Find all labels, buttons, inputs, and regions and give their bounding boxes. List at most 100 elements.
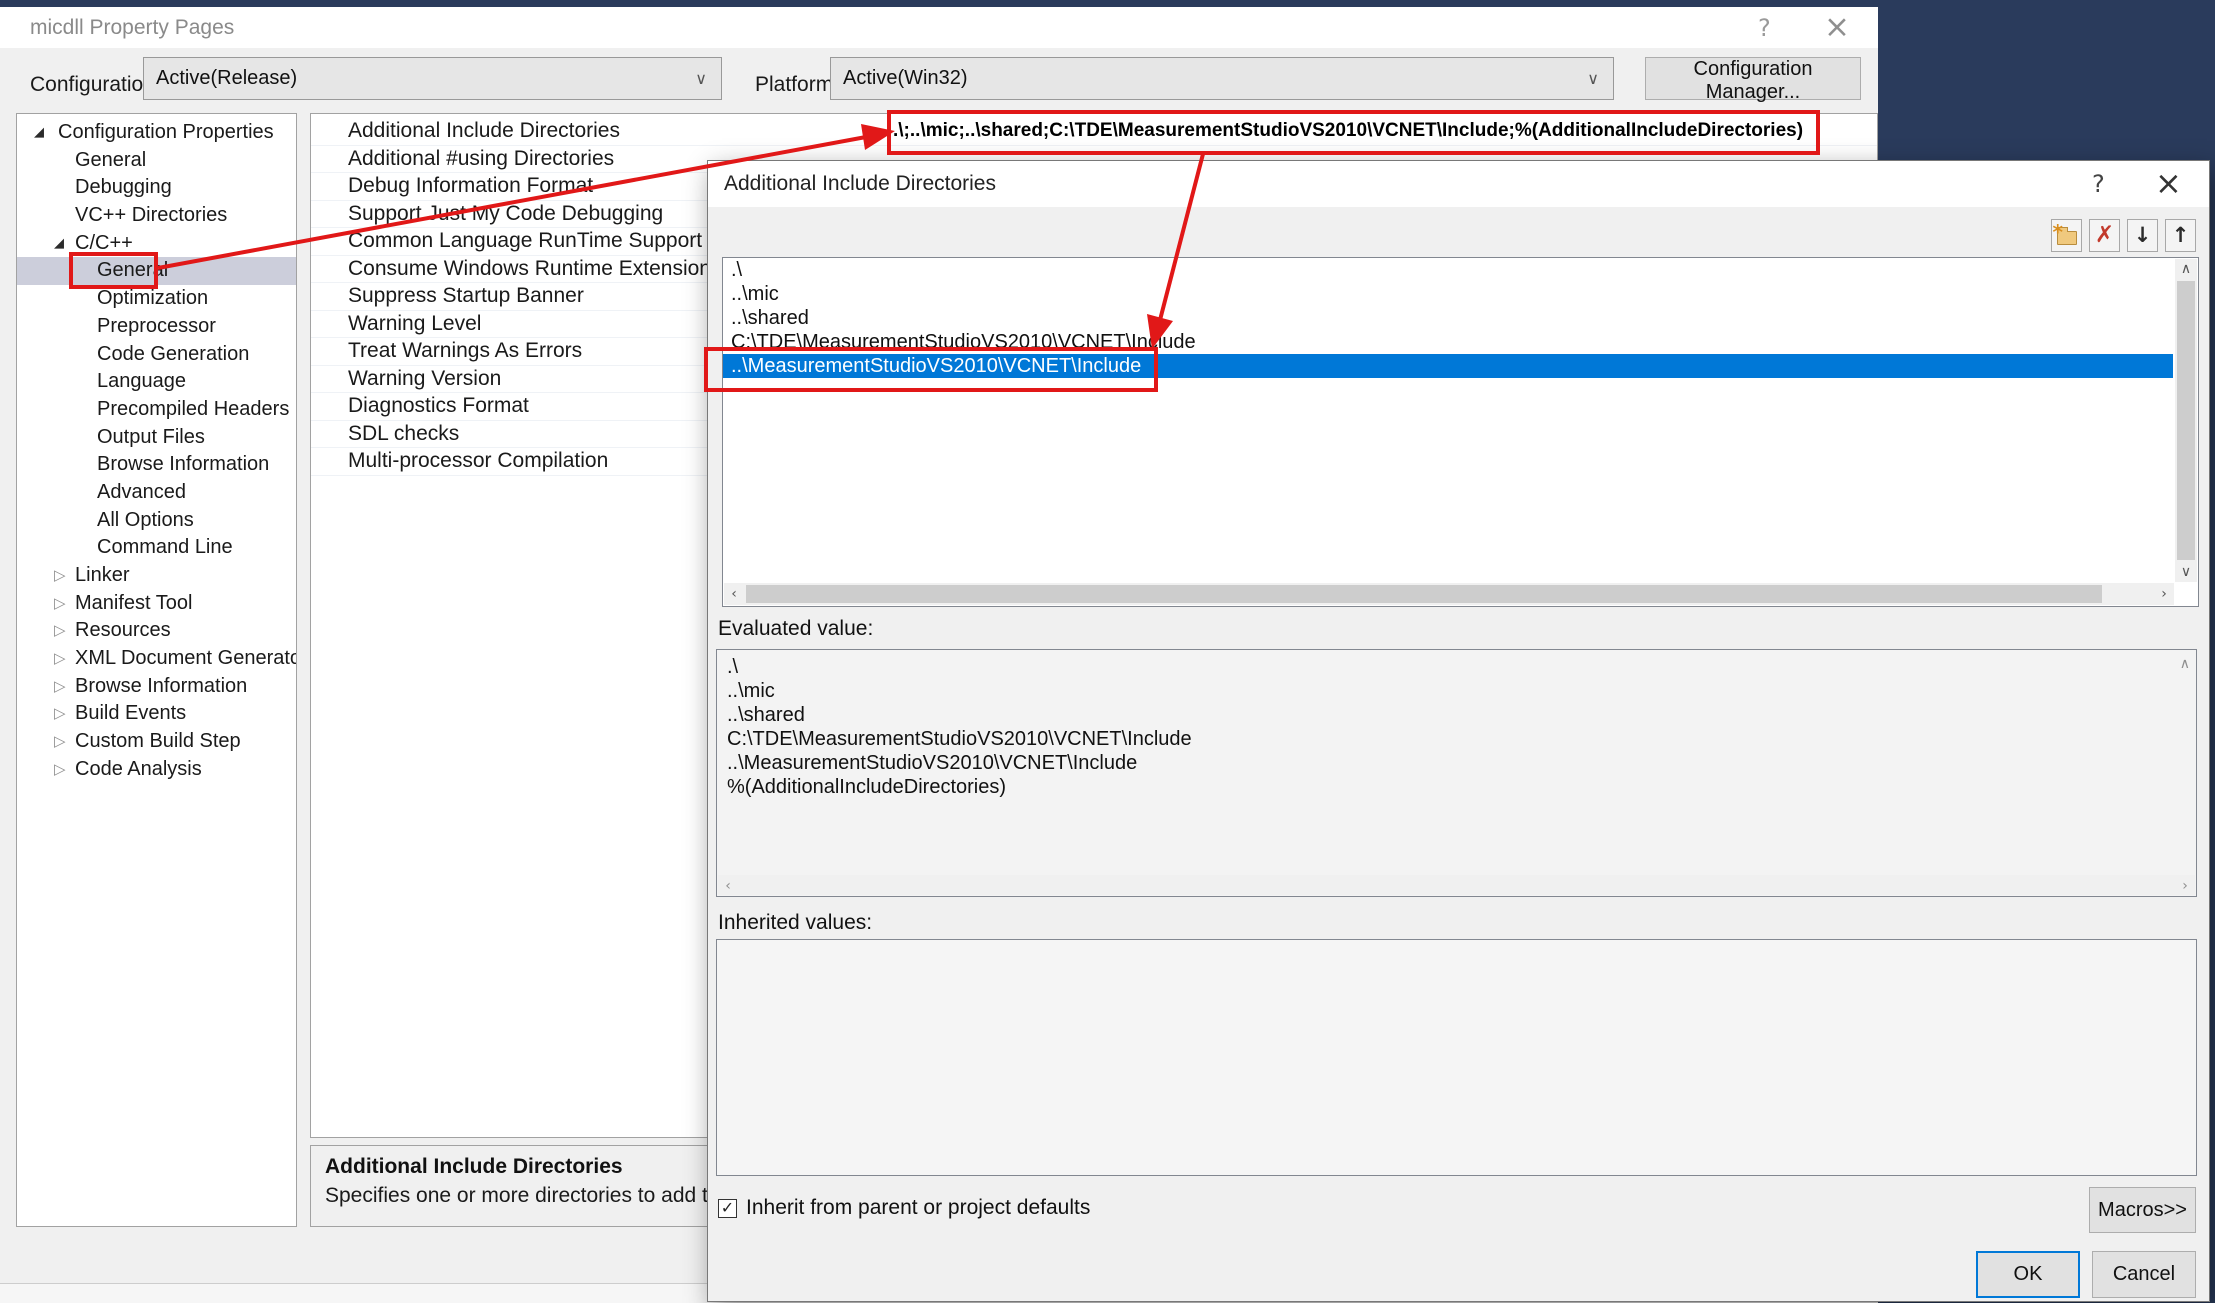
cancel-button[interactable]: Cancel: [2092, 1251, 2196, 1298]
configuration-manager-button[interactable]: Configuration Manager...: [1645, 57, 1861, 100]
tree-collapsed-icon[interactable]: ▷: [54, 756, 66, 784]
window-close-icon[interactable]: ×: [1824, 9, 1850, 45]
tree-item-build-events[interactable]: ▷Build Events: [17, 700, 296, 728]
configuration-value: Active(Release): [156, 58, 297, 99]
check-icon: ✓: [721, 1200, 734, 1216]
chevron-down-icon: ∨: [1587, 58, 1599, 99]
additional-include-directories-dialog: Additional Include Directories ? × * ✗ ↓…: [707, 160, 2210, 1302]
platform-dropdown[interactable]: Active(Win32) ∨: [830, 57, 1614, 100]
evaluated-line: ..\mic: [717, 679, 2196, 703]
configuration-tree: ◢Configuration Properties General Debugg…: [16, 113, 297, 1227]
tree-item-xml-document-generator[interactable]: ▷XML Document Generator: [17, 645, 296, 673]
tree-collapsed-icon[interactable]: ▷: [54, 590, 66, 618]
window-help-icon[interactable]: ?: [1758, 14, 1771, 42]
vertical-scrollbar[interactable]: ∧ ∨: [2175, 259, 2197, 582]
window-title: micdll Property Pages: [30, 16, 234, 40]
evaluated-line: %(AdditionalIncludeDirectories): [717, 775, 2196, 799]
dialog-title: Additional Include Directories: [724, 172, 996, 196]
evaluated-value-label: Evaluated value:: [718, 617, 873, 641]
platform-label: Platform:: [755, 73, 839, 97]
tree-item-optimization[interactable]: Optimization: [17, 285, 296, 313]
screen: micdll Property Pages ? × Configuration:…: [0, 0, 2215, 1303]
configuration-dropdown[interactable]: Active(Release) ∨: [143, 57, 722, 100]
evaluated-line: C:\TDE\MeasurementStudioVS2010\VCNET\Inc…: [717, 727, 2196, 751]
checkbox-icon[interactable]: ✓: [718, 1199, 737, 1218]
tree-item-code-analysis[interactable]: ▷Code Analysis: [17, 756, 296, 784]
scroll-down-icon[interactable]: ∨: [2176, 562, 2196, 582]
scroll-right-icon[interactable]: ›: [2154, 584, 2174, 604]
arrow-down-icon: ↓: [2134, 225, 2152, 246]
tree-item-output-files[interactable]: Output Files: [17, 424, 296, 452]
directory-item[interactable]: .\: [723, 258, 2173, 282]
scroll-left-icon[interactable]: ‹: [724, 584, 744, 604]
scroll-up-icon[interactable]: ∧: [2176, 259, 2196, 279]
scroll-left-icon[interactable]: ‹: [718, 876, 738, 896]
delete-x-icon: ✗: [2095, 224, 2114, 247]
macros-button[interactable]: Macros>>: [2089, 1187, 2196, 1233]
scrollbar-thumb[interactable]: [2177, 281, 2195, 560]
directory-item[interactable]: ..\shared: [723, 306, 2173, 330]
directory-item-selected[interactable]: ..\MeasurementStudioVS2010\VCNET\Include: [723, 354, 2173, 378]
tree-item-browse-information-2[interactable]: ▷Browse Information: [17, 673, 296, 701]
tree-collapsed-icon[interactable]: ▷: [54, 562, 66, 590]
tree-collapsed-icon[interactable]: ▷: [54, 728, 66, 756]
delete-button[interactable]: ✗: [2089, 219, 2120, 252]
tree-item-resources[interactable]: ▷Resources: [17, 617, 296, 645]
tree-item-advanced[interactable]: Advanced: [17, 479, 296, 507]
tree-item-language[interactable]: Language: [17, 368, 296, 396]
ok-button[interactable]: OK: [1976, 1251, 2080, 1298]
chevron-down-icon: ∨: [695, 58, 707, 99]
tree-item-vc-directories[interactable]: VC++ Directories: [17, 202, 296, 230]
new-star-icon: *: [2053, 220, 2063, 244]
directories-list: .\ ..\mic ..\shared C:\TDE\MeasurementSt…: [722, 257, 2199, 607]
tree-item-browse-information[interactable]: Browse Information: [17, 451, 296, 479]
dialog-titlebar: Additional Include Directories ? ×: [708, 161, 2209, 207]
directory-item[interactable]: ..\mic: [723, 282, 2173, 306]
arrow-up-icon: ↑: [2172, 225, 2190, 246]
tree-item-precompiled-headers[interactable]: Precompiled Headers: [17, 396, 296, 424]
tree-item-debugging[interactable]: Debugging: [17, 174, 296, 202]
tree-item-ccpp-general[interactable]: General: [17, 257, 296, 285]
configuration-label: Configuration:: [30, 73, 161, 97]
move-down-button[interactable]: ↓: [2127, 219, 2158, 252]
evaluated-line: ..\shared: [717, 703, 2196, 727]
inherited-values-box: [716, 939, 2197, 1176]
directory-item[interactable]: C:\TDE\MeasurementStudioVS2010\VCNET\Inc…: [723, 330, 2173, 354]
evaluated-line: .\: [717, 655, 2196, 679]
tree-item-all-options[interactable]: All Options: [17, 507, 296, 535]
tree-item-preprocessor[interactable]: Preprocessor: [17, 313, 296, 341]
tree-item-custom-build-step[interactable]: ▷Custom Build Step: [17, 728, 296, 756]
inherit-checkbox[interactable]: ✓ Inherit from parent or project default…: [718, 1197, 1090, 1219]
tree-item-c-cpp[interactable]: ◢C/C++: [17, 230, 296, 258]
tree-expanded-icon[interactable]: ◢: [54, 230, 64, 258]
scrollbar-thumb[interactable]: [746, 585, 2102, 603]
tree-item-general[interactable]: General: [17, 147, 296, 175]
inherited-values-label: Inherited values:: [718, 911, 872, 935]
evaluated-value-box: .\ ..\mic ..\shared C:\TDE\MeasurementSt…: [716, 649, 2197, 897]
inherit-checkbox-label: Inherit from parent or project defaults: [746, 1196, 1090, 1220]
scroll-right-icon[interactable]: ›: [2175, 876, 2195, 896]
move-up-button[interactable]: ↑: [2165, 219, 2196, 252]
tree-collapsed-icon[interactable]: ▷: [54, 645, 66, 673]
tree-collapsed-icon[interactable]: ▷: [54, 617, 66, 645]
evaluated-line: ..\MeasurementStudioVS2010\VCNET\Include: [717, 751, 2196, 775]
new-line-button[interactable]: *: [2051, 219, 2082, 252]
description-title: Additional Include Directories: [325, 1155, 623, 1179]
dialog-close-icon[interactable]: ×: [2155, 164, 2182, 202]
tree-collapsed-icon[interactable]: ▷: [54, 700, 66, 728]
horizontal-scrollbar[interactable]: ‹ ›: [724, 583, 2174, 605]
tree-item-configuration-properties[interactable]: ◢Configuration Properties: [17, 119, 296, 147]
property-row[interactable]: Additional Include Directories.\;..\mic;…: [311, 118, 1877, 146]
scroll-up-icon[interactable]: ∧: [2180, 656, 2190, 672]
dialog-help-icon[interactable]: ?: [2092, 170, 2105, 198]
tree-item-command-line[interactable]: Command Line: [17, 534, 296, 562]
tree-item-linker[interactable]: ▷Linker: [17, 562, 296, 590]
tree-collapsed-icon[interactable]: ▷: [54, 673, 66, 701]
tree-expanded-icon[interactable]: ◢: [34, 119, 44, 147]
new-folder-icon: *: [2057, 231, 2077, 245]
property-value[interactable]: .\;..\mic;..\shared;C:\TDE\MeasurementSt…: [893, 118, 1807, 145]
tree-item-code-generation[interactable]: Code Generation: [17, 341, 296, 369]
horizontal-scrollbar[interactable]: ‹ ›: [718, 875, 2195, 895]
tree-item-manifest-tool[interactable]: ▷Manifest Tool: [17, 590, 296, 618]
platform-value: Active(Win32): [843, 58, 967, 99]
